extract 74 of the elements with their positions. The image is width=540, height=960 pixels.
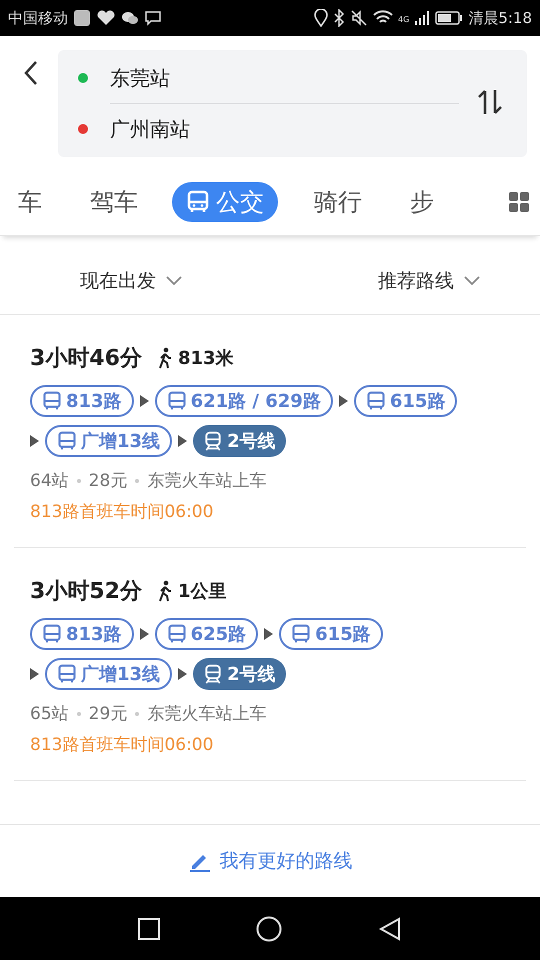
route-duration: 3小时52分 — [30, 578, 142, 606]
bus-icon — [57, 664, 77, 684]
bus-line-badge: 广增13线 — [45, 658, 172, 690]
arrow-icon — [338, 395, 348, 407]
arrow-icon — [178, 668, 188, 680]
stop-count: 64站 — [30, 470, 69, 492]
more-modes-icon[interactable] — [508, 191, 530, 213]
bus-line-badge: 813路 — [30, 618, 134, 650]
filter-dropdown[interactable]: 推荐路线 — [378, 268, 480, 294]
message-icon — [144, 10, 162, 26]
location-icon — [314, 9, 328, 27]
signal-icon — [414, 10, 430, 26]
carrier-name: 中国移动 — [8, 8, 68, 28]
arrow-icon — [264, 628, 274, 640]
bus-line-badge: 621路 / 629路 — [154, 385, 333, 417]
chat-icon — [121, 10, 139, 26]
walking-icon — [158, 347, 172, 369]
filter-dropdown[interactable]: 现在出发 — [80, 268, 182, 294]
mode-tab[interactable]: 驾车 — [76, 182, 152, 222]
stop-count: 65站 — [30, 703, 69, 725]
bus-icon — [42, 391, 62, 411]
walking-distance: 813米 — [178, 347, 234, 370]
origin-dot — [78, 73, 88, 83]
arrow-icon — [30, 668, 39, 680]
first-bus-notice: 813路首班车时间06:00 — [30, 734, 214, 756]
mode-tab[interactable]: 骑行 — [300, 182, 376, 222]
network-type: 4G — [398, 14, 410, 24]
mode-tab[interactable]: 车 — [4, 182, 56, 222]
arrow-icon — [178, 435, 188, 447]
origin-field[interactable]: 东莞站 — [110, 64, 170, 92]
bus-icon — [42, 624, 62, 644]
arrow-icon — [140, 395, 149, 407]
suggest-route-link[interactable]: 我有更好的路线 — [182, 847, 358, 875]
walking-icon — [158, 580, 172, 602]
train-icon — [203, 664, 224, 684]
bus-line-badge: 615路 — [279, 618, 383, 650]
bus-line-badge: 625路 — [154, 618, 258, 650]
bus-line-badge: 广增13线 — [45, 425, 172, 457]
bus-icon — [57, 431, 77, 451]
fare: 28元 — [88, 470, 128, 492]
mode-tab[interactable]: 步 — [396, 182, 448, 222]
recent-apps-icon[interactable] — [138, 918, 160, 940]
bus-icon — [291, 624, 312, 644]
swap-icon — [477, 88, 503, 116]
destination-field[interactable]: 广州南站 — [110, 116, 190, 142]
subway-line-badge: 2号线 — [193, 658, 286, 690]
notification-icon — [73, 9, 91, 27]
subway-line-badge: 2号线 — [193, 425, 286, 457]
chevron-down-icon — [464, 276, 480, 286]
route-duration: 3小时46分 — [30, 345, 142, 373]
mute-icon — [350, 9, 368, 27]
home-icon[interactable] — [256, 916, 282, 942]
clock: 清晨5:18 — [468, 8, 532, 28]
arrow-icon — [140, 628, 149, 640]
train-icon — [203, 431, 224, 451]
fare: 29元 — [88, 703, 128, 725]
destination-dot — [78, 124, 88, 134]
bus-icon — [166, 391, 187, 411]
mode-tab[interactable]: 公交 — [172, 182, 278, 222]
first-bus-notice: 813路首班车时间06:00 — [30, 501, 214, 523]
arrow-icon — [30, 435, 39, 447]
battery-icon — [435, 10, 464, 26]
bus-line-badge: 615路 — [354, 385, 458, 417]
boarding-station: 东莞火车站上车 — [147, 703, 266, 725]
bluetooth-icon — [333, 9, 346, 27]
bus-icon — [166, 624, 187, 644]
bus-icon — [366, 391, 386, 411]
walking-distance: 1公里 — [178, 580, 226, 603]
bus-icon — [186, 190, 210, 214]
heart-icon — [96, 10, 116, 26]
back-icon[interactable] — [378, 916, 402, 940]
bus-line-badge: 813路 — [30, 385, 134, 417]
boarding-station: 东莞火车站上车 — [147, 470, 266, 492]
chevron-down-icon — [166, 276, 182, 286]
